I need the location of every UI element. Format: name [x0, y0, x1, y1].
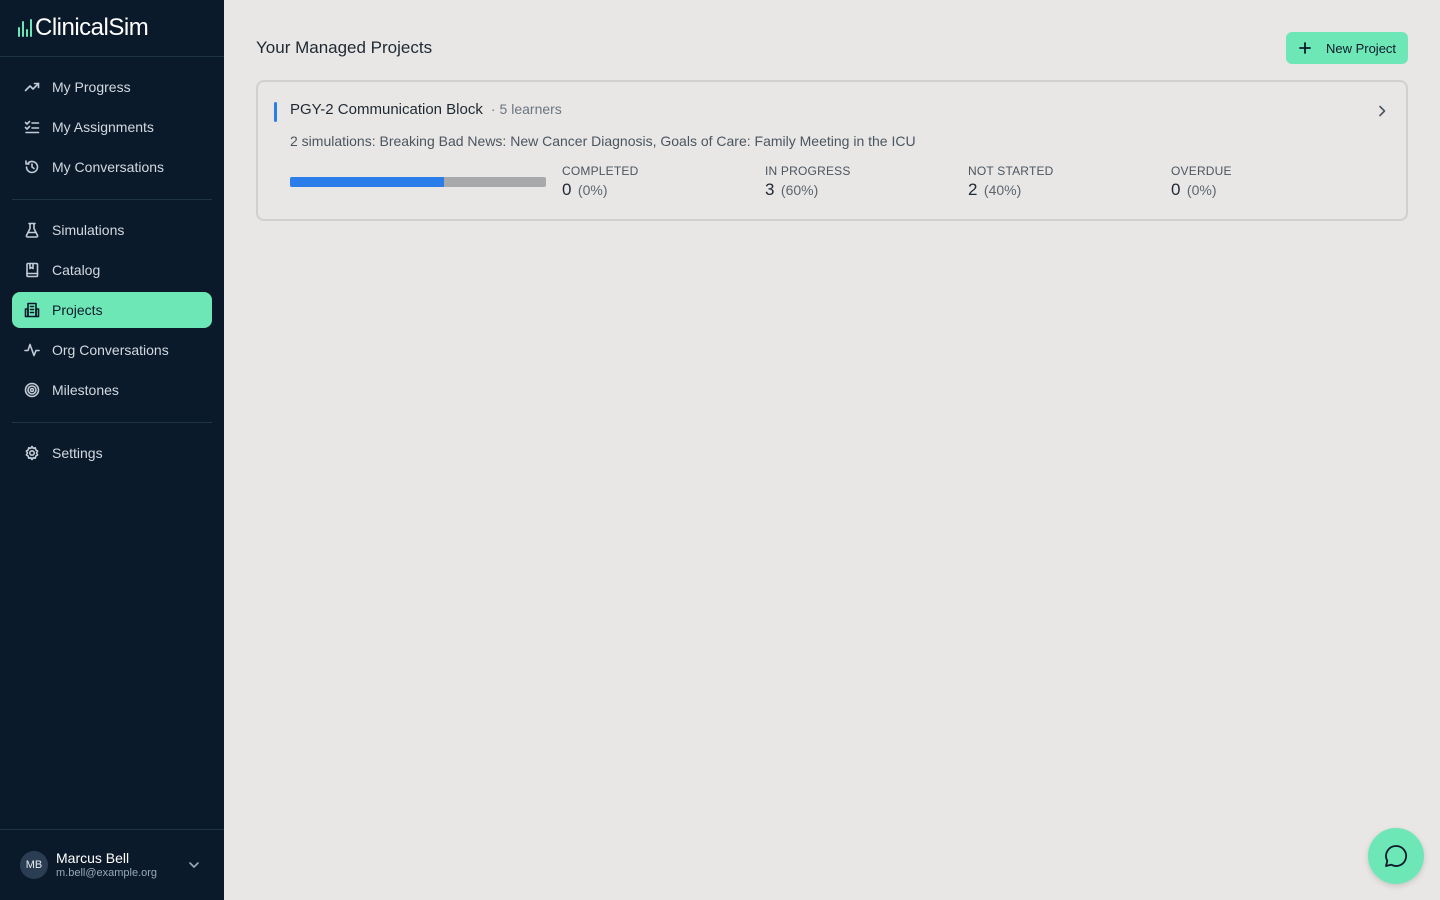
sidebar-item-label: Simulations — [52, 222, 125, 238]
sidebar-item-simulations[interactable]: Simulations — [12, 212, 212, 248]
stat-count: 0 — [1171, 180, 1181, 199]
main-content: Your Managed Projects New Project PGY-2 … — [224, 0, 1440, 900]
nav-group-org: Simulations Catalog Projects Org Convers… — [12, 200, 212, 423]
sidebar-item-label: My Conversations — [52, 159, 165, 175]
stat-count: 0 — [562, 180, 572, 199]
project-progress-bar — [290, 177, 546, 187]
user-menu[interactable]: MB Marcus Bell m.bell@example.org — [0, 829, 224, 900]
sidebar-item-settings[interactable]: Settings — [12, 435, 212, 471]
stat-value: 3 (60%) — [765, 180, 851, 201]
flask-icon — [24, 222, 40, 238]
nav-group-settings: Settings — [12, 423, 212, 485]
waveform-icon — [18, 19, 32, 37]
project-progress-fill — [290, 177, 444, 187]
project-separator: · — [490, 101, 496, 117]
project-card[interactable]: PGY-2 Communication Block · 5 learners 2… — [256, 80, 1408, 221]
sidebar: ClinicalSim My Progress My Assignments M… — [0, 0, 224, 900]
sidebar-item-milestones[interactable]: Milestones — [12, 372, 212, 408]
history-icon — [24, 159, 40, 175]
plus-icon — [1299, 42, 1311, 54]
stat-overdue: OVERDUE 0 (0%) — [1171, 164, 1232, 201]
project-learners: 5 learners — [499, 101, 562, 117]
sidebar-nav: My Progress My Assignments My Conversati… — [0, 57, 224, 485]
brand-logo[interactable]: ClinicalSim — [0, 0, 224, 57]
gear-icon — [24, 445, 40, 461]
stat-value: 0 (0%) — [562, 180, 638, 201]
sidebar-item-label: Milestones — [52, 382, 119, 398]
sidebar-item-my-conversations[interactable]: My Conversations — [12, 149, 212, 185]
sidebar-item-my-progress[interactable]: My Progress — [12, 69, 212, 105]
sidebar-item-catalog[interactable]: Catalog — [12, 252, 212, 288]
stat-in-progress: IN PROGRESS 3 (60%) — [765, 164, 851, 201]
stat-label: OVERDUE — [1171, 164, 1232, 178]
sidebar-item-label: My Assignments — [52, 119, 154, 135]
sidebar-item-org-conversations[interactable]: Org Conversations — [12, 332, 212, 368]
new-project-label: New Project — [1325, 40, 1397, 56]
page-title: Your Managed Projects — [256, 38, 433, 57]
stat-label: NOT STARTED — [968, 164, 1054, 178]
nav-group-personal: My Progress My Assignments My Conversati… — [12, 57, 212, 200]
stat-not-started: NOT STARTED 2 (40%) — [968, 164, 1054, 201]
stat-value: 0 (0%) — [1171, 180, 1232, 201]
project-accent-bar — [274, 102, 277, 122]
sidebar-item-my-assignments[interactable]: My Assignments — [12, 109, 212, 145]
checklist-icon — [24, 119, 40, 135]
stat-percent: (40%) — [983, 182, 1022, 198]
project-description: 2 simulations: Breaking Bad News: New Ca… — [290, 133, 916, 149]
stat-percent: (0%) — [1186, 182, 1217, 198]
sidebar-item-label: Settings — [52, 445, 103, 461]
project-header: PGY-2 Communication Block · 5 learners — [290, 101, 562, 118]
user-name: Marcus Bell — [56, 850, 130, 866]
brand-name: ClinicalSim — [35, 14, 149, 41]
sidebar-item-label: Org Conversations — [52, 342, 169, 358]
stat-count: 2 — [968, 180, 978, 199]
stat-label: IN PROGRESS — [765, 164, 851, 178]
chevron-down-icon[interactable] — [186, 857, 202, 873]
sidebar-item-label: Catalog — [52, 262, 101, 278]
building-icon — [24, 302, 40, 318]
chat-bubble-icon — [1385, 845, 1408, 867]
user-info: Marcus Bell m.bell@example.org — [56, 850, 186, 880]
stat-percent: (60%) — [780, 182, 819, 198]
target-icon — [24, 382, 40, 398]
user-email: m.bell@example.org — [56, 867, 158, 879]
activity-icon — [24, 342, 40, 358]
trending-up-icon — [24, 79, 40, 95]
chat-button[interactable] — [1368, 828, 1424, 884]
book-icon — [24, 262, 40, 278]
avatar: MB — [20, 851, 48, 879]
stat-label: COMPLETED — [562, 164, 639, 178]
stat-value: 2 (40%) — [968, 180, 1054, 201]
stat-completed: COMPLETED 0 (0%) — [562, 164, 638, 201]
chevron-right-icon[interactable] — [1374, 103, 1390, 119]
new-project-button[interactable]: New Project — [1286, 32, 1408, 64]
project-title: PGY-2 Communication Block — [290, 101, 483, 118]
stat-percent: (0%) — [577, 182, 608, 198]
stat-count: 3 — [765, 180, 775, 199]
sidebar-item-label: Projects — [52, 302, 103, 318]
sidebar-item-label: My Progress — [52, 79, 131, 95]
sidebar-item-projects[interactable]: Projects — [12, 292, 212, 328]
